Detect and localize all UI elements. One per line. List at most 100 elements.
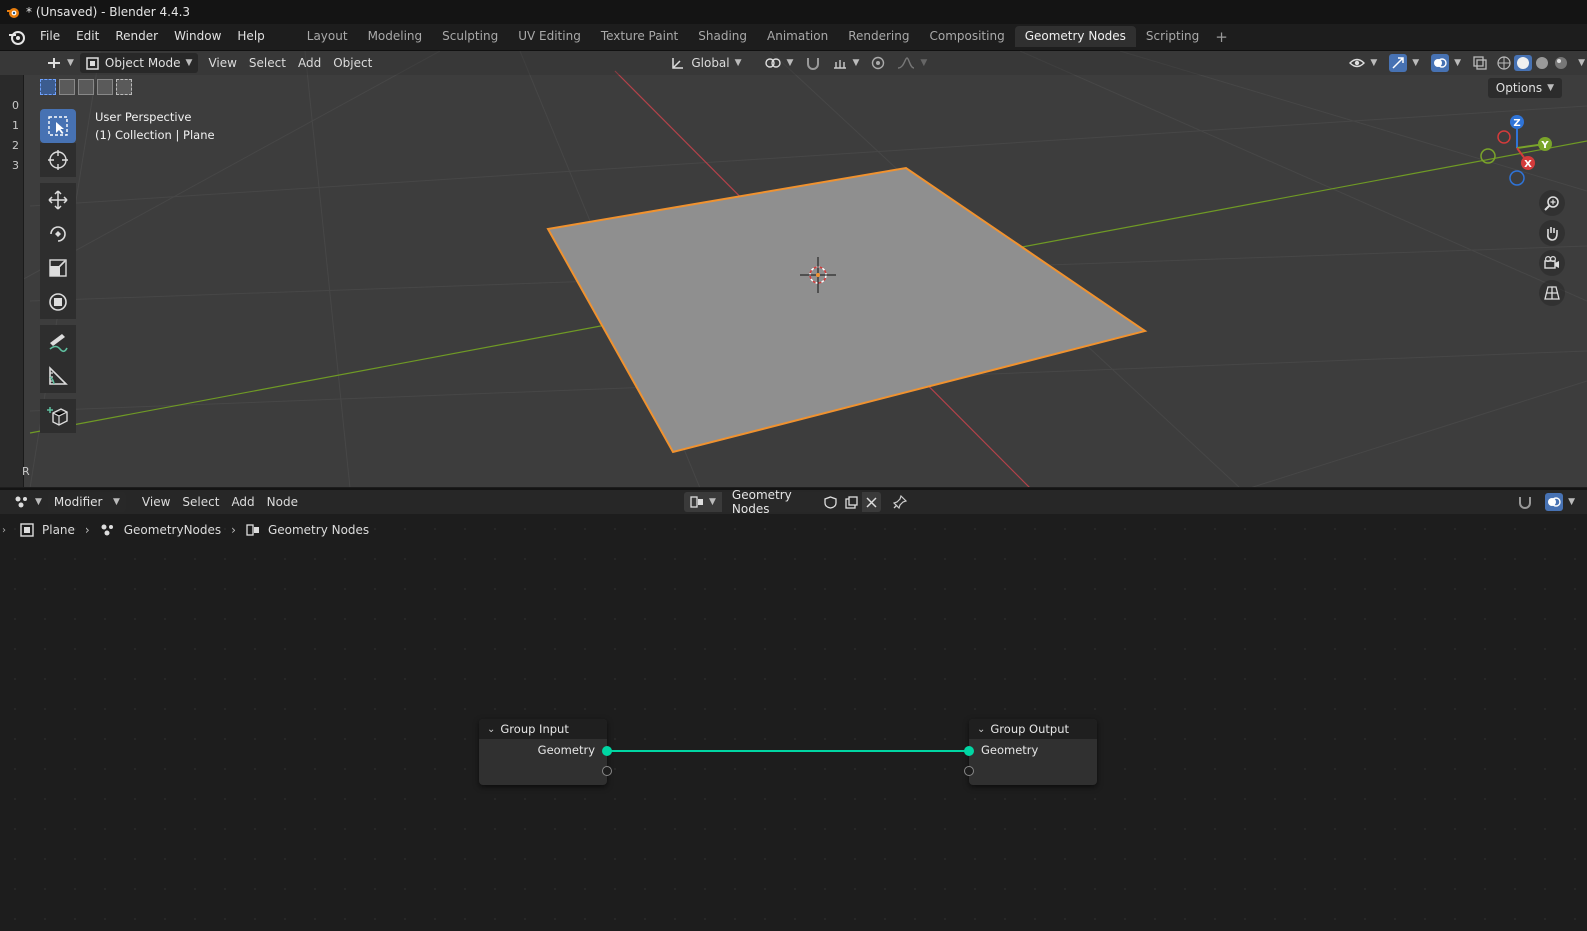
viewport-menu-add[interactable]: Add — [292, 53, 327, 73]
chevron-down-icon: ▼ — [852, 58, 860, 68]
group-input-node[interactable]: ⌄ Group Input Geometry — [479, 719, 612, 785]
sidebar-toggle-label[interactable]: R — [22, 465, 30, 478]
grid-perspective-icon — [1544, 286, 1560, 300]
shading-mode-icons[interactable] — [1495, 55, 1573, 71]
transform-orientation-dropdown[interactable]: Global ▼ — [665, 53, 747, 73]
select-extend-icon[interactable] — [59, 79, 75, 95]
empty-output-socket[interactable] — [602, 766, 612, 776]
orientation-icon — [672, 58, 684, 69]
plane-object[interactable] — [546, 166, 1148, 454]
collection-number[interactable]: 1 — [12, 119, 19, 132]
blender-menu-icon[interactable] — [8, 28, 26, 46]
socket-label: Geometry — [981, 743, 1039, 757]
chevron-down-icon: ▼ — [67, 58, 74, 68]
viewport-menu-select[interactable]: Select — [243, 53, 292, 73]
snap-target-button[interactable]: ▼ — [827, 53, 865, 73]
pan-button[interactable] — [1539, 220, 1565, 246]
geometry-output-socket[interactable] — [602, 746, 612, 756]
mode-dropdown[interactable]: Object Mode ▼ — [79, 53, 199, 73]
tab-rendering[interactable]: Rendering — [838, 26, 919, 47]
measure-ruler-icon — [49, 366, 68, 385]
menu-edit[interactable]: Edit — [68, 24, 107, 49]
collapse-chevron-icon[interactable]: ⌄ — [977, 724, 985, 735]
add-workspace-button[interactable]: + — [1209, 28, 1234, 46]
3d-viewport[interactable]: ▼ Object Mode ▼ View Select Add Object G… — [0, 50, 1587, 487]
select-intersect-icon[interactable] — [116, 79, 132, 95]
collection-number[interactable]: 3 — [12, 159, 19, 172]
measure-tool[interactable] — [40, 359, 76, 393]
viewport-menu-view[interactable]: View — [202, 53, 242, 73]
chevron-down-icon: ▼ — [1547, 83, 1554, 93]
geometry-input-socket[interactable] — [964, 746, 974, 756]
menu-help[interactable]: Help — [229, 24, 272, 49]
node-header[interactable]: ⌄ Group Output — [969, 719, 1097, 739]
add-cube-icon — [47, 407, 68, 426]
move-tool[interactable] — [40, 183, 76, 217]
view-name: User Perspective — [95, 110, 192, 124]
editor-type-button[interactable]: ▼ — [40, 53, 80, 73]
add-cube-tool[interactable] — [40, 399, 76, 433]
collection-number[interactable]: 2 — [12, 139, 19, 152]
node-editor[interactable]: ▼ Modifier ▼ View Select Add Node ▼ Geom… — [0, 488, 1587, 931]
node-header[interactable]: ⌄ Group Input — [479, 719, 607, 739]
collapse-chevron-icon[interactable]: ⌄ — [487, 724, 495, 735]
magnet-icon — [807, 58, 820, 70]
pivot-icon — [764, 58, 781, 68]
select-invert-icon[interactable] — [97, 79, 113, 95]
gizmo-icon — [1392, 57, 1404, 69]
perspective-toggle-button[interactable] — [1539, 280, 1565, 306]
camera-view-button[interactable] — [1539, 250, 1565, 276]
rotate-tool[interactable] — [40, 217, 76, 251]
collection-strip: 0 1 2 3 R — [0, 75, 30, 487]
blender-logo-icon — [7, 8, 19, 18]
window-title: * (Unsaved) - Blender 4.4.3 — [26, 5, 191, 19]
tab-scripting[interactable]: Scripting — [1136, 26, 1209, 47]
workspace-tabs: Layout Modeling Sculpting UV Editing Tex… — [297, 24, 1234, 49]
tab-modeling[interactable]: Modeling — [358, 26, 433, 47]
select-box-tool[interactable] — [40, 109, 76, 143]
tab-shading[interactable]: Shading — [688, 26, 757, 47]
scale-tool[interactable] — [40, 251, 76, 285]
select-subtract-icon[interactable] — [78, 79, 94, 95]
transform-icon — [49, 293, 67, 311]
navigation-gizmo[interactable]: Z Y X — [1480, 111, 1570, 191]
gizmo-toggle[interactable]: ▼ — [1383, 53, 1425, 73]
orientation-label: Global — [691, 56, 730, 70]
collection-number[interactable]: 0 — [12, 99, 19, 112]
pivot-point-button[interactable]: ▼ — [758, 53, 800, 73]
tab-uv-editing[interactable]: UV Editing — [508, 26, 591, 47]
overlay-toggle[interactable]: ▼ — [1425, 53, 1467, 73]
selection-mode-buttons — [40, 79, 132, 95]
proportional-edit-icon — [872, 56, 885, 70]
tab-animation[interactable]: Animation — [757, 26, 838, 47]
menu-file[interactable]: File — [32, 24, 68, 49]
annotate-pencil-icon — [49, 334, 68, 353]
tab-layout[interactable]: Layout — [297, 26, 358, 47]
menu-render[interactable]: Render — [107, 24, 166, 49]
zoom-button[interactable] — [1539, 190, 1565, 216]
tab-geometry-nodes[interactable]: Geometry Nodes — [1014, 26, 1136, 47]
tab-texture-paint[interactable]: Texture Paint — [591, 26, 688, 47]
xray-toggle[interactable] — [1467, 53, 1493, 73]
menu-window[interactable]: Window — [166, 24, 229, 49]
node-title: Group Output — [990, 722, 1070, 736]
snap-toggle[interactable] — [799, 53, 827, 73]
empty-input-socket[interactable] — [964, 766, 974, 776]
visibility-button[interactable]: ▼ — [1343, 53, 1383, 73]
tab-sculpting[interactable]: Sculpting — [432, 26, 508, 47]
node-links — [607, 750, 969, 752]
proportional-falloff-button[interactable]: ▼ — [891, 53, 933, 73]
annotate-tool[interactable] — [40, 325, 76, 359]
cursor-tool[interactable] — [40, 143, 76, 177]
node-output-row: Geometry — [479, 739, 607, 761]
shading-modes: ▼ — [1493, 53, 1587, 73]
proportional-edit-toggle[interactable] — [865, 53, 891, 73]
select-new-icon[interactable] — [40, 79, 56, 95]
options-dropdown[interactable]: Options ▼ — [1487, 78, 1562, 98]
tab-compositing[interactable]: Compositing — [919, 26, 1014, 47]
viewport-menu-object[interactable]: Object — [327, 53, 378, 73]
window-title-bar: * (Unsaved) - Blender 4.4.3 — [0, 0, 1587, 24]
transform-tool[interactable] — [40, 285, 76, 319]
group-output-node[interactable]: ⌄ Group Output Geometry — [964, 719, 1097, 785]
socket-label: Geometry — [537, 743, 595, 757]
